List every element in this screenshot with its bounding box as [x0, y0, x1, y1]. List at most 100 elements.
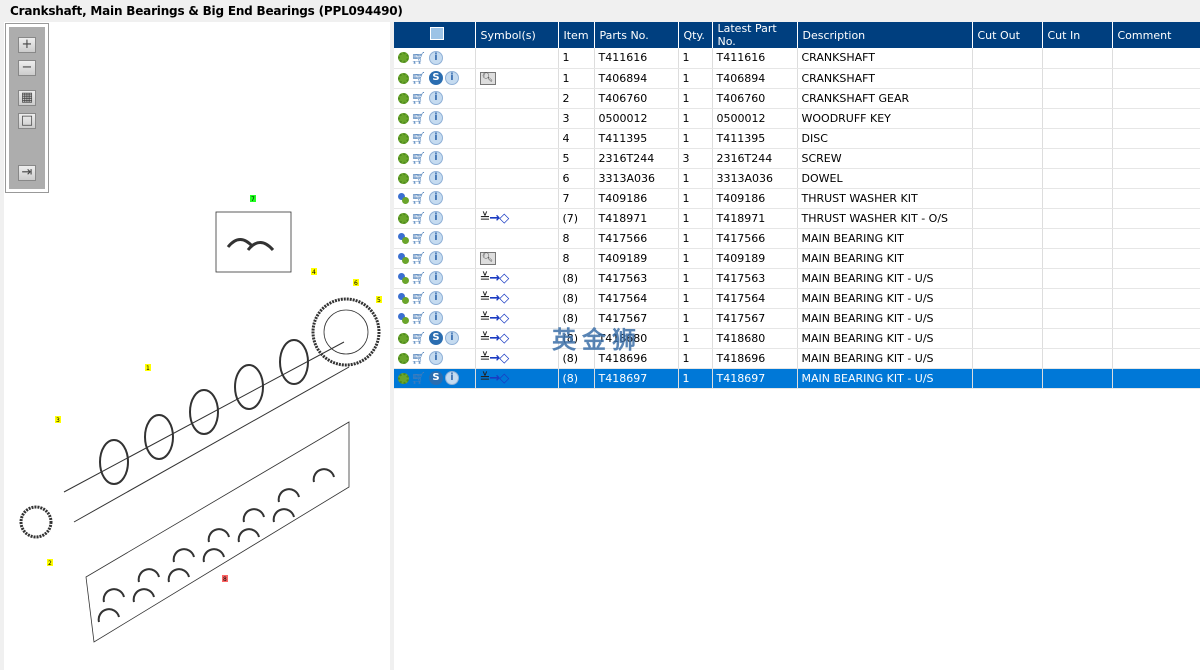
info-icon[interactable]: i [429, 171, 443, 185]
gear-icon[interactable] [398, 332, 409, 344]
table-row[interactable]: 🛒︎ Si ≚→◇ (8) T418697 1 T418697 MAIN BEARING KI… [394, 368, 1200, 389]
gear-icon[interactable] [398, 152, 409, 164]
info-icon[interactable]: i [429, 111, 443, 125]
assembly-gears-icon[interactable] [398, 252, 409, 264]
cart-icon[interactable]: 🛒︎ [411, 192, 427, 204]
cart-icon[interactable]: 🛒︎ [411, 372, 427, 384]
info-icon[interactable]: i [429, 291, 443, 305]
table-row[interactable]: 🛒︎ Si 🔍︎ 1 T406894 1 T406894 CRANKSHAFT [394, 68, 1200, 89]
column-header-cut-in[interactable]: Cut In [1042, 22, 1113, 48]
cut-variant-icon[interactable]: ≚→◇ [480, 351, 510, 366]
column-header-cut-out[interactable]: Cut Out [972, 22, 1043, 48]
cart-icon[interactable]: 🛒︎ [411, 112, 427, 124]
cart-icon[interactable]: 🛒︎ [411, 352, 427, 364]
assembly-gears-icon[interactable] [398, 312, 409, 324]
table-row[interactable]: 🛒︎ i 6 3313A036 1 3313A036 DOWEL [394, 168, 1200, 189]
zoom-out-button[interactable]: − [18, 60, 36, 76]
callout-8[interactable]: 8 [223, 576, 227, 583]
gear-icon[interactable] [398, 352, 409, 364]
assembly-gears-icon[interactable] [398, 292, 409, 304]
table-row[interactable]: 🛒︎ i 7 T409186 1 T409186 THRUST WASHER KIT [394, 188, 1200, 209]
supersession-icon[interactable]: S [429, 71, 443, 85]
cart-icon[interactable]: 🛒︎ [411, 152, 427, 164]
gear-icon[interactable] [398, 72, 409, 84]
exploded-diagram[interactable]: 7 4 6 5 1 3 2 8 [4, 22, 390, 670]
search-parts-icon[interactable] [429, 27, 444, 40]
gear-icon[interactable] [398, 172, 409, 184]
column-header-item[interactable]: Item [558, 22, 595, 48]
table-row[interactable]: 🛒︎ i 🔍︎ 8 T409189 1 T409189 MAIN BEARING KIT [394, 248, 1200, 269]
cart-icon[interactable]: 🛒︎ [411, 172, 427, 184]
info-icon[interactable]: i [429, 311, 443, 325]
info-icon[interactable]: i [429, 151, 443, 165]
cut-variant-icon[interactable]: ≚→◇ [480, 331, 510, 346]
info-icon[interactable]: i [429, 211, 443, 225]
cart-icon[interactable]: 🛒︎ [411, 272, 427, 284]
toggle-panel-button[interactable]: ⇥ [18, 165, 36, 181]
book-view-icon[interactable]: 🔍︎ [479, 71, 496, 85]
info-icon[interactable]: i [445, 71, 459, 85]
info-icon[interactable]: i [429, 131, 443, 145]
table-row[interactable]: 🛒︎ i ≚→◇ (7) T418971 1 T418971 THRUST WASHER KI… [394, 208, 1200, 229]
cart-icon[interactable]: 🛒︎ [411, 52, 427, 64]
supersession-icon[interactable]: S [429, 371, 443, 385]
info-icon[interactable]: i [429, 91, 443, 105]
info-icon[interactable]: i [445, 371, 459, 385]
table-row[interactable]: 🛒︎ i ≚→◇ (8) T417567 1 T417567 MAIN BEARING KIT… [394, 308, 1200, 329]
cut-variant-icon[interactable]: ≚→◇ [480, 271, 510, 286]
cart-icon[interactable]: 🛒︎ [411, 292, 427, 304]
callout-3[interactable]: 3 [56, 417, 60, 424]
cut-variant-icon[interactable]: ≚→◇ [480, 311, 510, 326]
table-row[interactable]: 🛒︎ i ≚→◇ (8) T417563 1 T417563 MAIN BEARING KIT… [394, 268, 1200, 289]
fit-view-button[interactable]: ▦ [18, 90, 36, 106]
column-header-latest-part-no[interactable]: Latest Part No. [712, 22, 798, 48]
table-row[interactable]: 🛒︎ i 5 2316T244 3 2316T244 SCREW [394, 148, 1200, 169]
column-header-parts-no[interactable]: Parts No. [594, 22, 679, 48]
table-row[interactable]: 🛒︎ i ≚→◇ (8) T417564 1 T417564 MAIN BEARING KIT… [394, 288, 1200, 309]
table-row[interactable]: 🛒︎ Si ≚→◇ (8) T418680 1 T418680 MAIN BEARING KI… [394, 328, 1200, 349]
assembly-gears-icon[interactable] [398, 272, 409, 284]
assembly-gears-icon[interactable] [398, 232, 409, 244]
gear-icon[interactable] [398, 372, 409, 384]
info-icon[interactable]: i [429, 231, 443, 245]
cut-variant-icon[interactable]: ≚→◇ [480, 211, 510, 226]
callout-5[interactable]: 5 [377, 297, 381, 304]
table-row[interactable]: 🛒︎ i 4 T411395 1 T411395 DISC [394, 128, 1200, 149]
info-icon[interactable]: i [429, 50, 443, 65]
cart-icon[interactable]: 🛒︎ [411, 92, 427, 104]
cut-variant-icon[interactable]: ≚→◇ [480, 291, 510, 306]
gear-icon[interactable] [398, 112, 409, 124]
gear-icon[interactable] [398, 212, 409, 224]
zoom-in-button[interactable]: + [18, 37, 36, 53]
cart-icon[interactable]: 🛒︎ [411, 252, 427, 264]
callout-7[interactable]: 7 [251, 196, 255, 203]
cart-icon[interactable]: 🛒︎ [411, 232, 427, 244]
book-view-icon[interactable]: 🔍︎ [479, 251, 496, 265]
cart-icon[interactable]: 🛒︎ [411, 212, 427, 224]
cut-variant-icon[interactable]: ≚→◇ [480, 371, 510, 386]
info-icon[interactable]: i [429, 271, 443, 285]
info-icon[interactable]: i [429, 191, 443, 205]
actual-size-button[interactable]: □ [18, 113, 36, 129]
table-row[interactable]: 🛒︎ i 8 T417566 1 T417566 MAIN BEARING KIT [394, 228, 1200, 249]
cart-icon[interactable]: 🛒︎ [411, 312, 427, 324]
callout-2[interactable]: 2 [48, 560, 52, 567]
callout-1[interactable]: 1 [146, 365, 150, 372]
supersession-icon[interactable]: S [429, 331, 443, 345]
info-icon[interactable]: i [429, 351, 443, 365]
table-row[interactable]: 🛒︎ i 1 T411616 1 T411616 CRANKSHAFT [394, 48, 1200, 69]
column-header-qty[interactable]: Qty. [678, 22, 713, 48]
cart-icon[interactable]: 🛒︎ [411, 132, 427, 144]
cart-icon[interactable]: 🛒︎ [411, 72, 427, 84]
column-header-symbols[interactable]: Symbol(s) [475, 22, 559, 48]
gear-icon[interactable] [398, 132, 409, 144]
column-header-comment[interactable]: Comment [1112, 22, 1200, 48]
info-icon[interactable]: i [445, 331, 459, 345]
table-row[interactable]: 🛒︎ i 3 0500012 1 0500012 WOODRUFF KEY [394, 108, 1200, 129]
info-icon[interactable]: i [429, 251, 443, 265]
gear-icon[interactable] [398, 52, 409, 64]
table-row[interactable]: 🛒︎ i 2 T406760 1 T406760 CRANKSHAFT GEAR [394, 88, 1200, 109]
table-row[interactable]: 🛒︎ i ≚→◇ (8) T418696 1 T418696 MAIN BEARING KIT… [394, 348, 1200, 369]
callout-6[interactable]: 6 [354, 280, 358, 287]
cart-icon[interactable]: 🛒︎ [411, 332, 427, 344]
